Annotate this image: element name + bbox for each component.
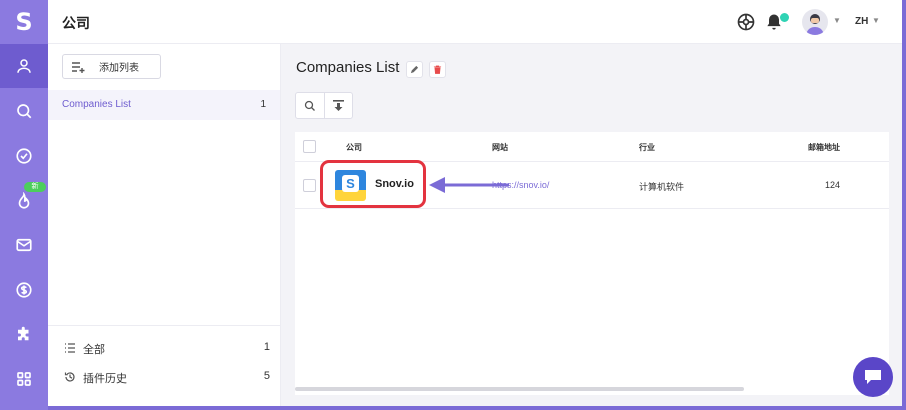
companies-table: 公司 网站 行业 邮箱地址 S Snov.io https://snov.io/… xyxy=(295,132,889,395)
check-circle-icon xyxy=(16,148,32,164)
rail-search[interactable] xyxy=(0,89,48,133)
rail-email[interactable] xyxy=(0,223,48,267)
search-table-button[interactable] xyxy=(296,93,324,118)
footer-all[interactable]: 全部 1 xyxy=(64,340,270,358)
search-icon xyxy=(304,100,315,111)
column-header[interactable]: 网站 xyxy=(492,142,508,153)
puzzle-icon xyxy=(18,326,29,341)
company-industry: 计算机软件 xyxy=(639,182,685,192)
dollar-icon xyxy=(16,282,32,298)
avatar[interactable] xyxy=(802,9,828,35)
column-header[interactable]: 邮箱地址 xyxy=(808,142,840,153)
rail-contacts[interactable] xyxy=(0,44,48,88)
divider xyxy=(48,325,280,326)
list-icon xyxy=(65,343,75,353)
pointer-arrow-icon xyxy=(429,177,509,193)
footer-all-label: 全部 xyxy=(83,344,105,356)
table-header: 公司 网站 行业 邮箱地址 xyxy=(295,132,889,162)
select-all-checkbox[interactable] xyxy=(303,140,316,153)
list-item-companies[interactable]: Companies List 1 xyxy=(48,90,280,120)
mail-icon xyxy=(16,238,32,252)
search-icon xyxy=(17,104,32,119)
person-icon xyxy=(17,59,31,73)
delete-list-button[interactable] xyxy=(429,61,446,78)
footer-all-count: 1 xyxy=(263,341,270,353)
language-caret-icon[interactable]: ▼ xyxy=(872,16,880,25)
lists-panel: 添加列表 Companies List 1 全部 1 插件历史 5 xyxy=(48,44,281,406)
notification-dot xyxy=(780,13,789,22)
language-selector[interactable]: ZH xyxy=(855,16,868,27)
avatar-caret-icon[interactable]: ▼ xyxy=(833,16,841,25)
rail-verify[interactable] xyxy=(0,134,48,178)
table-row[interactable]: S Snov.io https://snov.io/ 计算机软件 124 xyxy=(295,160,889,209)
horizontal-scrollbar[interactable] xyxy=(295,387,744,391)
left-rail: S 新 xyxy=(0,0,48,410)
add-list-label: 添加列表 xyxy=(99,63,139,74)
top-bar: 公司 ▼ ZH ▼ xyxy=(48,0,902,44)
list-count: 1 xyxy=(260,99,266,110)
add-list-icon xyxy=(72,61,85,73)
download-icon xyxy=(332,99,344,111)
main-content: Companies List 公司 网站 行业 邮箱地址 S Snov.io h… xyxy=(281,44,902,406)
footer-history-label: 插件历史 xyxy=(83,373,127,385)
email-count[interactable]: 124 xyxy=(825,180,840,190)
history-icon xyxy=(64,372,75,382)
table-toolbar xyxy=(295,92,353,119)
chat-button[interactable] xyxy=(853,357,893,397)
new-badge: 新 xyxy=(24,182,46,192)
list-name: Companies List xyxy=(62,99,131,110)
row-checkbox[interactable] xyxy=(303,179,316,192)
highlight-box xyxy=(320,160,426,208)
help-wheel-icon[interactable] xyxy=(736,12,756,32)
pencil-icon xyxy=(410,65,419,74)
rail-apps[interactable] xyxy=(0,357,48,401)
edit-list-button[interactable] xyxy=(406,61,423,78)
footer-history-count: 5 xyxy=(263,370,270,382)
trash-icon xyxy=(433,65,442,74)
footer-plugin-history[interactable]: 插件历史 5 xyxy=(64,369,270,387)
grid-icon xyxy=(17,372,31,386)
rail-integrations[interactable] xyxy=(0,313,48,357)
rail-deals[interactable] xyxy=(0,268,48,312)
flame-icon xyxy=(18,192,30,209)
app-logo[interactable]: S xyxy=(0,0,48,44)
export-button[interactable] xyxy=(323,93,352,118)
column-header[interactable]: 公司 xyxy=(346,142,362,153)
chat-icon xyxy=(865,370,881,384)
list-heading: Companies List xyxy=(296,59,400,76)
add-list-button[interactable]: 添加列表 xyxy=(62,54,161,79)
column-header[interactable]: 行业 xyxy=(639,142,655,153)
page-title: 公司 xyxy=(62,15,90,31)
